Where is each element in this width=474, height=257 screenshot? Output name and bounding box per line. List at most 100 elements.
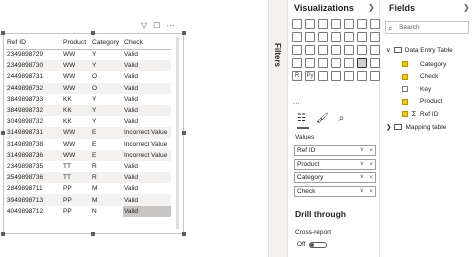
100-column-icon[interactable] (357, 19, 367, 29)
pie-icon[interactable] (305, 45, 315, 55)
multi-row-card-icon[interactable] (318, 58, 328, 68)
area-icon[interactable] (292, 32, 302, 42)
more-visuals-icon[interactable]: ... (293, 97, 300, 106)
matrix-icon[interactable] (370, 58, 380, 68)
field-item[interactable]: Product (402, 98, 442, 105)
resize-handle[interactable] (91, 232, 95, 236)
remove-field-icon[interactable]: × (369, 173, 373, 182)
field-item[interactable]: Check (402, 73, 438, 80)
table-row[interactable]: 3949898713 PP M Valid (6, 194, 171, 206)
table-row[interactable]: 2349898729 WW Y Valid (6, 49, 171, 60)
resize-handle[interactable] (91, 31, 95, 35)
vertical-scrollbar[interactable] (176, 37, 179, 229)
remove-field-icon[interactable]: × (369, 146, 373, 155)
scatter-icon[interactable] (292, 45, 302, 55)
table-row[interactable]: 3149898736 WW E Incorrect Value (6, 149, 171, 161)
column-header[interactable]: Check (123, 37, 171, 50)
gauge-icon[interactable] (292, 58, 302, 68)
treemap-icon[interactable] (331, 45, 341, 55)
r-visual-icon[interactable]: R (292, 71, 302, 81)
table-row[interactable]: 2449898731 WW O Valid (6, 71, 171, 82)
line-column-2-icon[interactable] (331, 32, 341, 42)
funnel-icon[interactable] (370, 32, 380, 42)
field-item[interactable]: Σ Ref ID (402, 111, 438, 118)
table-row[interactable]: 2549898736 TT R Valid (6, 172, 171, 184)
table-row[interactable]: 3149898731 WW E Incorrect Value (6, 127, 171, 139)
python-icon[interactable]: Py (305, 71, 315, 81)
field-checkbox[interactable] (402, 86, 408, 92)
resize-handle[interactable] (182, 232, 186, 236)
chevron-down-icon[interactable]: ∨ (360, 146, 364, 155)
clustered-bar-icon[interactable] (318, 19, 328, 29)
resize-handle[interactable] (182, 131, 186, 135)
chevron-down-icon[interactable]: ∨ (360, 187, 364, 196)
table-row[interactable]: 3849898732 KK Y Valid (6, 104, 171, 117)
table-node[interactable]: ❯ Mapping table (386, 123, 446, 132)
column-header[interactable]: Product (62, 37, 91, 50)
shape-map-icon[interactable] (370, 45, 380, 55)
column-header[interactable]: Category (91, 37, 123, 50)
resize-handle[interactable] (182, 31, 186, 35)
more-options-icon[interactable]: ⋯ (166, 21, 174, 30)
table-row[interactable]: 2349898730 WW Y Valid (6, 60, 171, 72)
analytics-tab-icon[interactable]: ⌕ (339, 113, 345, 124)
table-icon[interactable] (357, 58, 367, 68)
resize-handle[interactable] (1, 31, 5, 35)
collapse-chevron-icon[interactable]: ❯ (368, 3, 375, 12)
line-column-icon[interactable] (318, 32, 328, 42)
field-item[interactable]: Key (402, 86, 431, 93)
focus-mode-icon[interactable]: ☐ (153, 21, 160, 30)
field-well[interactable]: Ref ID ∨ × (294, 145, 376, 156)
remove-field-icon[interactable]: × (369, 160, 373, 169)
line-icon[interactable] (370, 19, 380, 29)
chevron-down-icon[interactable]: ∨ (360, 160, 364, 169)
stacked-area-icon[interactable] (305, 32, 315, 42)
resize-handle[interactable] (1, 131, 5, 135)
column-header[interactable]: Ref ID (6, 37, 62, 50)
fields-tab-icon[interactable]: ☷ (297, 113, 306, 124)
table-row[interactable]: 3049898732 KK Y Valid (6, 116, 171, 127)
format-tab-icon[interactable]: 🖌︎ (316, 113, 329, 124)
filters-pane-collapsed[interactable]: Filters (268, 0, 288, 257)
decomposition-icon[interactable] (331, 71, 341, 81)
qa-icon[interactable] (344, 71, 354, 81)
resize-handle[interactable] (1, 232, 5, 236)
ribbon-icon[interactable] (344, 32, 354, 42)
filter-icon[interactable]: ▽ (141, 21, 147, 30)
remove-field-icon[interactable]: × (369, 187, 373, 196)
100-bar-icon[interactable] (344, 19, 354, 29)
field-checkbox[interactable] (402, 61, 408, 67)
table-row[interactable]: 3849898733 KK Y Valid (6, 94, 171, 105)
table-row[interactable]: 2849898711 PP M Valid (6, 183, 171, 194)
stacked-column-icon[interactable] (305, 19, 315, 29)
table-row[interactable]: 2449898732 WW O Valid (6, 82, 171, 94)
waterfall-icon[interactable] (357, 32, 367, 42)
table-node[interactable]: ∨ Data Entry Table (386, 46, 453, 55)
stacked-bar-icon[interactable] (292, 19, 302, 29)
field-checkbox[interactable] (402, 73, 408, 80)
kpi-icon[interactable] (331, 58, 341, 68)
cross-report-toggle[interactable] (308, 241, 327, 248)
card-icon[interactable] (305, 58, 315, 68)
donut-icon[interactable] (318, 45, 328, 55)
clustered-column-icon[interactable] (331, 19, 341, 29)
chevron-right-icon[interactable]: ❯ (386, 123, 391, 131)
table-row[interactable]: 2349898735 TT R Valid (6, 161, 171, 172)
slicer-icon[interactable] (344, 58, 354, 68)
table-row[interactable]: 3149898738 WW E Incorrect Value (6, 139, 171, 150)
map-icon[interactable] (344, 45, 354, 55)
key-influencers-icon[interactable] (318, 71, 328, 81)
field-well[interactable]: Product ∨ × (294, 158, 376, 170)
field-checkbox[interactable] (402, 111, 408, 117)
field-well[interactable]: Check ∨ × (294, 185, 376, 197)
field-checkbox[interactable] (402, 98, 408, 105)
search-input[interactable]: Search (385, 21, 469, 34)
filled-map-icon[interactable] (357, 45, 367, 55)
field-item[interactable]: Category (402, 61, 446, 68)
table-row[interactable]: 4049898712 PP N Valid (6, 205, 171, 217)
field-well[interactable]: Category ∨ × (294, 172, 376, 183)
narrative-icon[interactable] (357, 71, 367, 81)
chevron-down-icon[interactable]: ∨ (360, 173, 364, 182)
collapse-chevron-icon[interactable]: ❯ (463, 3, 470, 12)
paginated-icon[interactable] (370, 71, 380, 81)
